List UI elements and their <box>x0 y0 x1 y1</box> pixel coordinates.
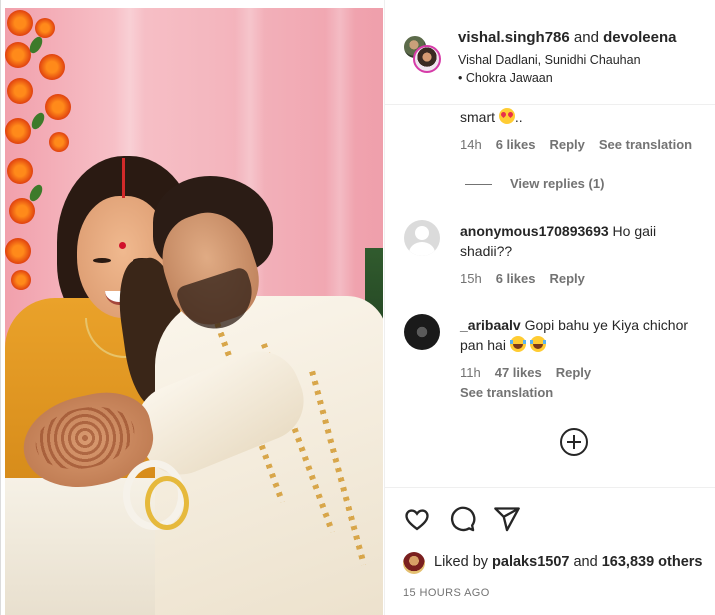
load-more-comments-icon[interactable] <box>560 428 588 456</box>
comment-time[interactable]: 15h <box>460 271 482 286</box>
collab-avatars[interactable] <box>402 34 442 74</box>
avatar[interactable] <box>404 314 440 350</box>
comment-meta: 11h 47 likes Reply <box>460 365 605 380</box>
comments-list[interactable]: smart .. 14h 6 likes Reply See translation … <box>385 105 715 487</box>
author-username[interactable]: vishal.singh786 <box>458 29 570 46</box>
comment-time[interactable]: 14h <box>460 137 482 152</box>
avatar[interactable] <box>413 45 441 73</box>
audio-track-link[interactable]: Vishal Dadlani, Sunidhi Chauhan • Chokra… <box>458 51 648 87</box>
comment-meta: See translation <box>460 385 567 400</box>
likes-count-button[interactable]: 163,839 others <box>602 554 703 570</box>
reply-button[interactable]: Reply <box>549 137 584 152</box>
post-photo[interactable] <box>5 8 383 615</box>
tears-of-joy-emoji-icon <box>509 336 526 352</box>
post-timestamp[interactable]: 15 HOURS AGO <box>403 587 490 599</box>
comment-username[interactable]: anonymous170893693 <box>460 223 609 239</box>
avatar[interactable] <box>403 552 425 574</box>
reply-button[interactable]: Reply <box>549 271 584 286</box>
view-replies-button[interactable]: View replies (1) <box>510 176 604 191</box>
comment-text: anonymous170893693 Ho gaii shadii?? <box>460 223 657 259</box>
replies-divider <box>465 184 492 185</box>
reply-button[interactable]: Reply <box>556 365 591 380</box>
comment-username[interactable]: _aribaalv <box>460 317 521 333</box>
post-authors: vishal.singh786 and devoleena <box>458 29 676 46</box>
heart-eyes-emoji-icon <box>498 108 515 124</box>
comment-likes[interactable]: 47 likes <box>495 365 542 380</box>
comment-likes[interactable]: 6 likes <box>496 137 536 152</box>
marigold-garland <box>5 8 71 298</box>
share-icon[interactable] <box>493 505 521 533</box>
comment-icon[interactable] <box>448 505 476 533</box>
post-header: vishal.singh786 and devoleena Vishal Dad… <box>385 0 715 105</box>
avatar[interactable] <box>404 220 440 256</box>
see-translation-button[interactable]: See translation <box>599 137 692 152</box>
author-username[interactable]: devoleena <box>603 29 676 46</box>
comment-text: smart .. <box>460 108 523 125</box>
liker-username[interactable]: palaks1507 <box>492 554 569 570</box>
see-translation-button[interactable]: See translation <box>460 385 553 400</box>
comment-time[interactable]: 11h <box>460 365 481 380</box>
post-sidebar: vishal.singh786 and devoleena Vishal Dad… <box>384 0 715 615</box>
comment-text: _aribaalv Gopi bahu ye Kiya chichor pan … <box>460 317 689 353</box>
comment-meta: 15h 6 likes Reply <box>460 271 599 286</box>
comment-likes[interactable]: 6 likes <box>496 271 536 286</box>
author-conjunction: and <box>573 29 599 46</box>
heart-icon[interactable] <box>403 505 431 533</box>
tears-of-joy-emoji-icon <box>529 336 546 352</box>
comment-meta: 14h 6 likes Reply See translation <box>460 137 706 152</box>
post-actions: Liked by palaks1507 and 163,839 others 1… <box>385 487 715 615</box>
post-dialog: vishal.singh786 and devoleena Vishal Dad… <box>0 0 715 615</box>
